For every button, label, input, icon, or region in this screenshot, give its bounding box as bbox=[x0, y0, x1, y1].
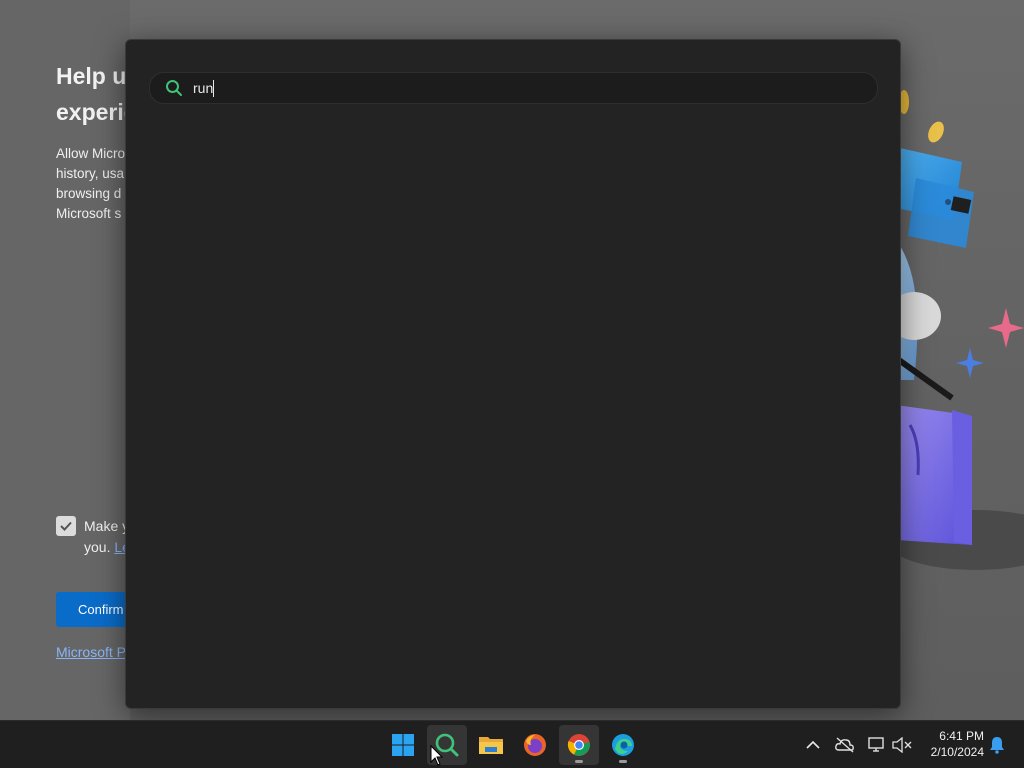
checkbox-label-line1: Make y bbox=[84, 518, 126, 534]
running-indicator bbox=[575, 760, 583, 763]
chrome-icon bbox=[567, 734, 590, 756]
personalization-checkbox[interactable] bbox=[56, 516, 76, 536]
edge-icon bbox=[612, 734, 634, 756]
firefox-icon bbox=[524, 734, 546, 756]
start-button[interactable] bbox=[383, 725, 423, 765]
running-indicator bbox=[619, 760, 627, 763]
show-hidden-icons-button[interactable] bbox=[801, 733, 825, 757]
notifications-button[interactable] bbox=[985, 733, 1009, 757]
search-popup bbox=[125, 39, 901, 709]
checkmark-icon bbox=[60, 521, 72, 531]
taskbar-edge[interactable] bbox=[603, 725, 643, 765]
volume-muted-icon bbox=[892, 737, 912, 753]
taskbar-file-explorer[interactable] bbox=[471, 725, 511, 765]
search-icon bbox=[166, 80, 182, 96]
volume-tray-button[interactable] bbox=[890, 733, 914, 757]
taskbar-firefox[interactable] bbox=[515, 725, 555, 765]
checkbox-label-prefix: you. bbox=[84, 539, 111, 555]
folder-icon bbox=[479, 737, 503, 754]
cloud-offline-icon bbox=[835, 737, 854, 753]
text-caret bbox=[213, 80, 214, 97]
clock[interactable]: 6:41 PM 2/10/2024 bbox=[918, 728, 984, 760]
network-tray-button[interactable] bbox=[865, 733, 889, 757]
taskbar-chrome[interactable] bbox=[559, 725, 599, 765]
chevron-up-icon bbox=[806, 740, 820, 749]
checkbox-label: Make y you. Le bbox=[84, 516, 126, 558]
confirm-button[interactable]: Confirm bbox=[56, 592, 126, 627]
background-description: Allow Micro history, usa browsing d Micr… bbox=[56, 146, 126, 221]
search-input[interactable] bbox=[193, 80, 843, 96]
search-box[interactable] bbox=[149, 72, 878, 104]
shopping-illustration bbox=[896, 90, 1024, 570]
clock-date: 2/10/2024 bbox=[930, 745, 984, 759]
mouse-cursor-icon bbox=[430, 745, 444, 766]
search-results-area bbox=[126, 120, 900, 708]
taskbar: 6:41 PM 2/10/2024 bbox=[0, 720, 1024, 768]
clock-time: 6:41 PM bbox=[939, 729, 984, 743]
checkbox-label-line2: you. Le bbox=[84, 537, 126, 558]
background-heading: Help u experie bbox=[56, 63, 136, 125]
network-icon bbox=[868, 737, 884, 752]
bell-icon bbox=[990, 737, 1004, 754]
onedrive-tray-button[interactable] bbox=[833, 733, 857, 757]
privacy-statement-link[interactable]: Microsoft P bbox=[56, 644, 126, 660]
windows-logo-icon bbox=[392, 734, 414, 756]
